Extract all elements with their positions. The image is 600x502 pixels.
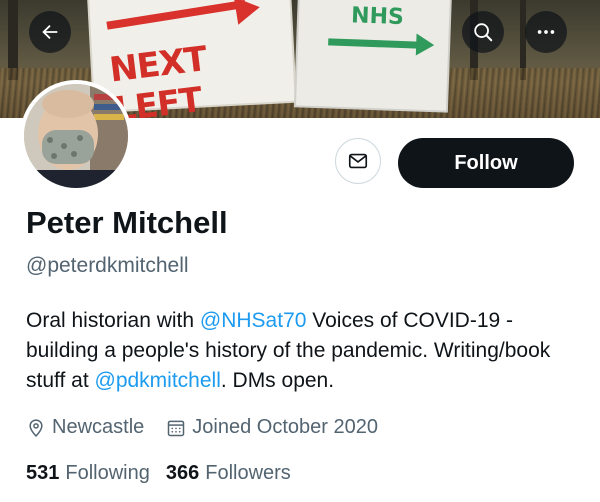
- more-icon: [537, 30, 555, 34]
- location-pin-icon: [29, 418, 43, 437]
- message-button[interactable]: [335, 138, 381, 184]
- bio-text: . DMs open.: [220, 369, 335, 392]
- arrow-left-icon: [42, 24, 58, 40]
- profile-meta: Newcastle Joined October 2020: [26, 416, 400, 439]
- profile-name: Peter Mitchell: [26, 205, 228, 240]
- following-link[interactable]: 531 Following: [26, 462, 150, 485]
- location-item: Newcastle: [26, 416, 144, 439]
- sign-left-text: NEXT LEFT: [107, 39, 209, 118]
- search-icon: [474, 23, 493, 42]
- more-button[interactable]: [525, 11, 567, 53]
- bio-text: Oral historian with: [26, 309, 200, 332]
- search-button[interactable]: [462, 11, 504, 53]
- follow-stats: 531 Following 366 Followers: [26, 462, 307, 485]
- following-label: Following: [65, 462, 150, 484]
- profile-bio: Oral historian with @NHSat70 Voices of C…: [26, 306, 586, 396]
- joined-item: Joined October 2020: [166, 416, 378, 439]
- back-button[interactable]: [29, 11, 71, 53]
- followers-count: 366: [165, 462, 200, 484]
- bio-mention-link[interactable]: @NHSat70: [200, 309, 307, 332]
- followers-label: Followers: [205, 462, 291, 484]
- banner-sign-right: NHS: [295, 0, 451, 111]
- following-count: 531: [26, 462, 60, 484]
- location-text: Newcastle: [52, 416, 145, 438]
- follow-button[interactable]: Follow: [398, 138, 574, 188]
- calendar-icon: [168, 420, 185, 436]
- profile-handle: @peterdkmitchell: [26, 254, 189, 277]
- envelope-icon: [348, 153, 368, 169]
- bio-mention-link[interactable]: @pdkmitchell: [95, 369, 221, 392]
- sign-right-text: NHS: [350, 3, 405, 31]
- followers-link[interactable]: 366 Followers: [166, 462, 291, 485]
- avatar-photo: [24, 84, 128, 188]
- avatar[interactable]: [20, 80, 132, 192]
- joined-text: Joined October 2020: [192, 416, 378, 438]
- banner-sign-left: NEXT LEFT: [89, 0, 295, 118]
